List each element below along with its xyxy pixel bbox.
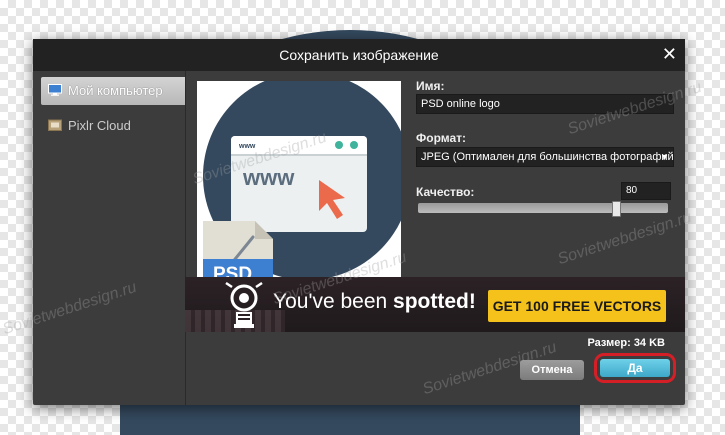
- quality-label: Качество:: [416, 185, 475, 199]
- cloud-storage-icon: [48, 119, 62, 131]
- monitor-icon: [48, 84, 62, 96]
- dialog-titlebar: Сохранить изображение ✕: [33, 39, 685, 71]
- dialog-title: Сохранить изображение: [279, 47, 439, 63]
- ad-cta-button[interactable]: GET 100 FREE VECTORS: [488, 290, 666, 322]
- ok-button[interactable]: Да: [600, 359, 670, 377]
- browser-www-text: www: [242, 165, 295, 190]
- quality-slider-handle[interactable]: [612, 201, 621, 217]
- close-icon[interactable]: ✕: [662, 39, 677, 70]
- image-preview: www www PSD: [197, 72, 411, 285]
- name-label: Имя:: [416, 79, 445, 93]
- sidebar-item-label: Мой компьютер: [68, 83, 163, 98]
- sidebar-item-my-computer[interactable]: Мой компьютер: [41, 77, 185, 105]
- save-image-dialog: Сохранить изображение ✕ Мой компьютер Pi…: [33, 39, 685, 405]
- format-label: Формат:: [416, 131, 467, 145]
- file-name-input[interactable]: [416, 94, 674, 114]
- sidebar-item-pixlr-cloud[interactable]: Pixlr Cloud: [41, 112, 185, 140]
- cancel-button[interactable]: Отмена: [520, 360, 584, 380]
- sidebar-item-label: Pixlr Cloud: [68, 118, 131, 133]
- format-selected-value: JPEG (Оптимален для большинства фотограф…: [421, 151, 674, 163]
- spotted-mascot-icon: [225, 281, 263, 328]
- chevron-down-icon: ▼: [660, 152, 669, 162]
- ad-headline: You've been spotted!: [273, 290, 476, 313]
- browser-url-text: www: [238, 143, 256, 150]
- ad-banner[interactable]: You've been spotted! GET 100 FREE VECTOR…: [185, 277, 685, 332]
- quality-value-field[interactable]: 80: [621, 182, 671, 200]
- save-location-sidebar: Мой компьютер Pixlr Cloud: [33, 71, 186, 405]
- format-select[interactable]: JPEG (Оптимален для большинства фотограф…: [416, 147, 674, 167]
- preview-image: www www PSD: [203, 72, 411, 285]
- file-size-text: Размер: 34 KB: [587, 337, 665, 349]
- quality-slider[interactable]: [418, 201, 668, 217]
